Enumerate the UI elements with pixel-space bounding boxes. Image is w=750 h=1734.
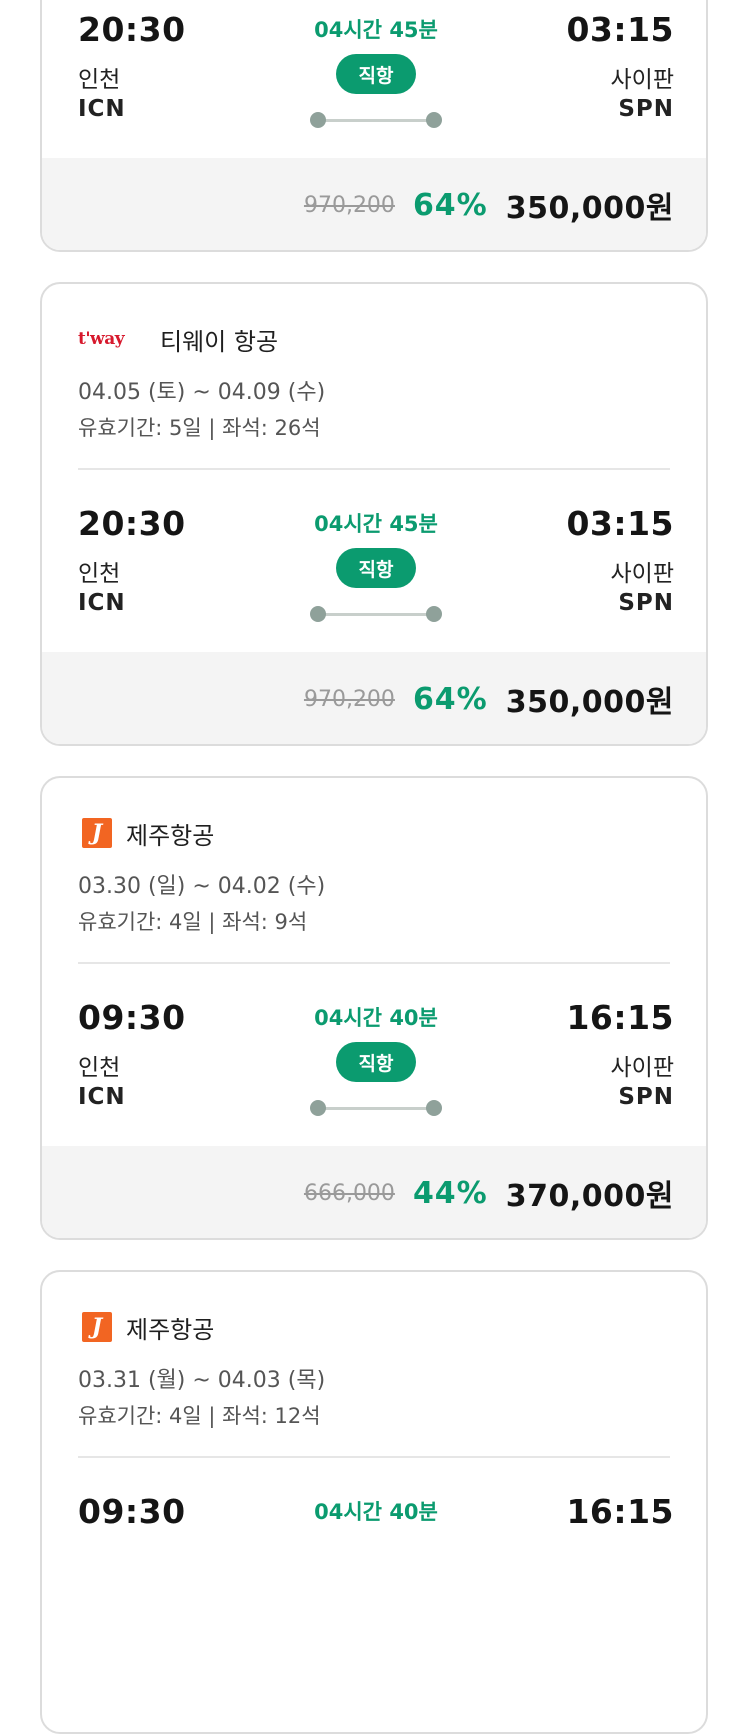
jejuair-logo-icon: J: [82, 1312, 112, 1342]
flight-deal-card[interactable]: t'way 티웨이 항공 04.05 (토) ~ 04.09 (수) 유효기간:…: [40, 282, 708, 746]
destination-dot-icon: [426, 112, 442, 128]
divider: [78, 1456, 670, 1458]
travel-dates: 03.31 (월) ~ 04.03 (목): [78, 1368, 326, 1393]
tway-logo-icon: t'way: [78, 329, 125, 349]
divider: [78, 468, 670, 470]
final-price: 350,000원: [505, 191, 674, 226]
departure-time: 09:30: [78, 998, 186, 1037]
arrival-city: 사이판: [610, 67, 674, 93]
validity-seats-info: 유효기간: 5일 | 좌석: 26석: [78, 416, 321, 440]
airline-row: t'way 티웨이 항공: [78, 322, 278, 356]
flight-info: 20:30 인천 ICN 04시간 45분 직항 03:15 사이판 SPN: [42, 504, 706, 634]
flight-duration: 04시간 45분: [314, 18, 438, 42]
flight-duration: 04시간 40분: [314, 1006, 438, 1030]
original-price: 970,200: [303, 192, 395, 218]
arrival-time: 16:15: [566, 998, 674, 1037]
flight-duration: 04시간 45분: [314, 512, 438, 536]
arrival-time: 03:15: [566, 504, 674, 543]
direct-flight-badge: 직항: [336, 1042, 416, 1082]
jejuair-logo-icon: J: [82, 818, 112, 848]
validity-seats-info: 유효기간: 4일 | 좌석: 9석: [78, 910, 308, 934]
departure-city: 인천: [78, 67, 121, 93]
discount-rate: 64%: [412, 681, 488, 717]
arrival-code: SPN: [618, 1084, 674, 1110]
arrival-code: SPN: [618, 96, 674, 122]
flight-info: 20:30 인천 ICN 04시간 45분 직항 03:15 사이판 SPN: [42, 10, 706, 140]
flight-deal-card[interactable]: 20:30 인천 ICN 04시간 45분 직항 03:15 사이판 SPN 9…: [40, 0, 708, 252]
departure-city: 인천: [78, 1055, 121, 1081]
airline-name: 제주항공: [126, 1315, 215, 1344]
flight-info: 09:30 인천 ICN 04시간 40분 직항 16:15 사이판 SPN: [42, 998, 706, 1128]
price-bar: 970,200 64% 350,000원: [42, 158, 706, 250]
direct-flight-badge: 직항: [336, 548, 416, 588]
validity-seats-info: 유효기간: 4일 | 좌석: 12석: [78, 1404, 321, 1428]
divider: [78, 962, 670, 964]
departure-code: ICN: [78, 1084, 126, 1110]
price-bar: 970,200 64% 350,000원: [42, 652, 706, 744]
airline-name: 티웨이 항공: [160, 327, 279, 356]
arrival-city: 사이판: [610, 561, 674, 587]
origin-dot-icon: [310, 606, 326, 622]
discount-rate: 64%: [412, 187, 488, 223]
original-price: 666,000: [303, 1180, 395, 1206]
airline-row: J 제주항공: [78, 1310, 214, 1344]
origin-dot-icon: [310, 112, 326, 128]
route-line: [310, 1100, 442, 1116]
arrival-code: SPN: [618, 590, 674, 616]
departure-city: 인천: [78, 561, 121, 587]
flight-deal-card[interactable]: J 제주항공 03.30 (일) ~ 04.02 (수) 유효기간: 4일 | …: [40, 776, 708, 1240]
flight-info: 09:30 04시간 40분 16:15: [42, 1492, 706, 1622]
origin-dot-icon: [310, 1100, 326, 1116]
route-line: [310, 112, 442, 128]
discount-rate: 44%: [412, 1175, 488, 1211]
departure-time: 20:30: [78, 504, 186, 543]
departure-time: 20:30: [78, 10, 186, 49]
travel-dates: 03.30 (일) ~ 04.02 (수): [78, 874, 326, 899]
airline-name: 제주항공: [126, 821, 215, 850]
arrival-city: 사이판: [610, 1055, 674, 1081]
flight-deal-card[interactable]: J 제주항공 03.31 (월) ~ 04.03 (목) 유효기간: 4일 | …: [40, 1270, 708, 1734]
departure-code: ICN: [78, 590, 126, 616]
departure-time: 09:30: [78, 1492, 186, 1531]
arrival-time: 16:15: [566, 1492, 674, 1531]
flight-deal-list: 20:30 인천 ICN 04시간 45분 직항 03:15 사이판 SPN 9…: [0, 0, 750, 1734]
original-price: 970,200: [303, 686, 395, 712]
final-price: 370,000원: [505, 1179, 674, 1214]
flight-duration: 04시간 40분: [314, 1500, 438, 1524]
destination-dot-icon: [426, 1100, 442, 1116]
final-price: 350,000원: [505, 685, 674, 720]
direct-flight-badge: 직항: [336, 54, 416, 94]
arrival-time: 03:15: [566, 10, 674, 49]
departure-code: ICN: [78, 96, 126, 122]
airline-row: J 제주항공: [78, 816, 214, 850]
route-line: [310, 606, 442, 622]
destination-dot-icon: [426, 606, 442, 622]
travel-dates: 04.05 (토) ~ 04.09 (수): [78, 380, 326, 405]
price-bar: 666,000 44% 370,000원: [42, 1146, 706, 1238]
